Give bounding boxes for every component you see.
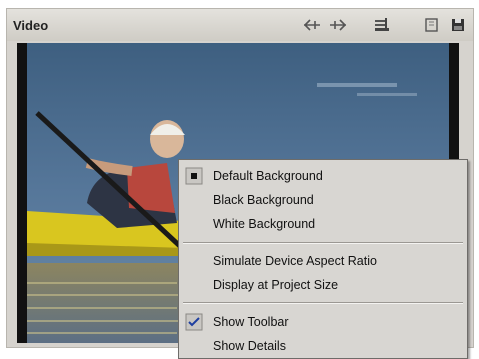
menu-item-display-project-size[interactable]: Display at Project Size (179, 273, 467, 297)
menu-item-default-background[interactable]: Default Background (179, 164, 467, 188)
selected-bullet-icon (185, 167, 203, 185)
menu-item-black-background[interactable]: Black Background (179, 188, 467, 212)
checkmark-icon (185, 313, 203, 331)
menu-item-show-toolbar[interactable]: Show Toolbar (179, 310, 467, 334)
menu-item-label: Show Details (213, 339, 286, 353)
menu-item-label: Display at Project Size (213, 278, 339, 292)
menu-item-label: Default Background (213, 169, 323, 183)
video-panel: Video Default Background Black Backgroun… (6, 8, 474, 359)
context-menu: Default Background Black Background Whit… (178, 159, 468, 359)
menu-item-simulate-aspect-ratio[interactable]: Simulate Device Aspect Ratio (179, 249, 467, 273)
menu-separator (183, 302, 463, 304)
panel-titlebar: Video (7, 9, 473, 41)
menu-item-label: Simulate Device Aspect Ratio (213, 254, 377, 268)
shuttle-next-icon[interactable] (327, 15, 349, 35)
menu-item-show-details[interactable]: Show Details (179, 334, 467, 358)
shuttle-prev-icon[interactable] (301, 15, 323, 35)
menu-item-label: Show Toolbar (213, 315, 289, 329)
menu-item-label: White Background (213, 217, 316, 231)
panel-title: Video (13, 18, 49, 33)
save-icon[interactable] (447, 15, 469, 35)
snapshot-icon[interactable] (421, 15, 443, 35)
layers-icon[interactable] (371, 15, 393, 35)
menu-item-label: Black Background (213, 193, 314, 207)
menu-separator (183, 242, 463, 244)
menu-item-white-background[interactable]: White Background (179, 212, 467, 236)
